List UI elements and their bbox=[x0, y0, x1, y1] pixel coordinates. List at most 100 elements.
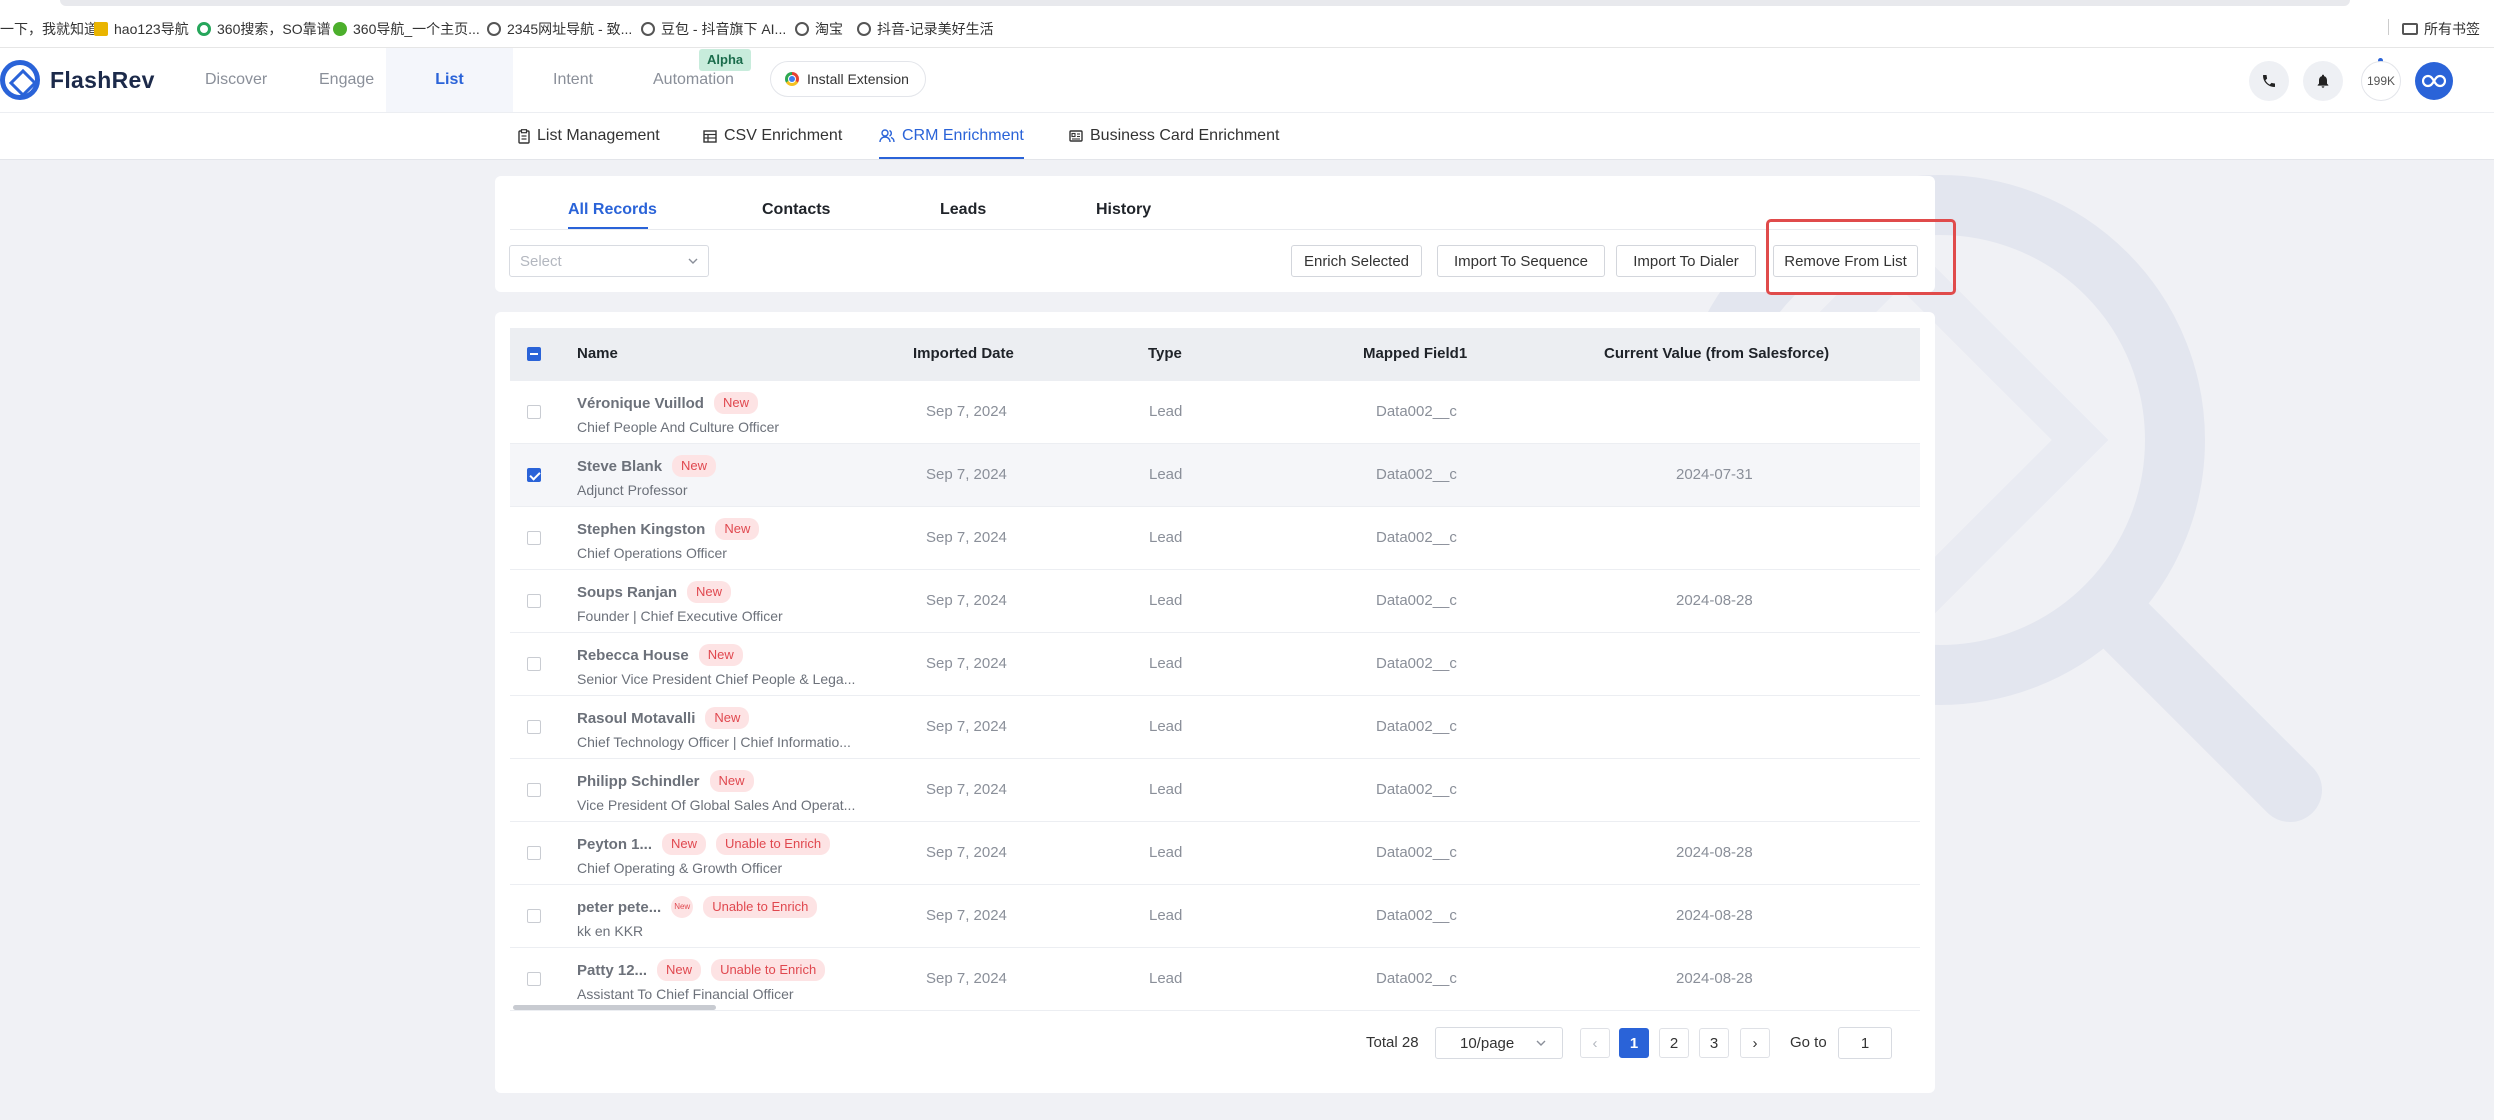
phone-icon bbox=[2263, 75, 2275, 87]
bookmark-item[interactable]: 豆包 - 抖音旗下 AI... bbox=[641, 19, 786, 39]
record-name[interactable]: Steve Blank bbox=[577, 458, 662, 475]
subtab-label: List Management bbox=[537, 127, 660, 144]
row-checkbox[interactable] bbox=[527, 972, 541, 986]
goto-page-input[interactable]: 1 bbox=[1838, 1027, 1892, 1059]
bookmark-item[interactable]: 一下，我就知道 bbox=[0, 19, 98, 39]
nav-list[interactable]: List bbox=[386, 48, 513, 112]
row-checkbox[interactable] bbox=[527, 657, 541, 671]
new-badge: New bbox=[715, 518, 760, 540]
column-header-type[interactable]: Type bbox=[1148, 345, 1182, 362]
next-page-button[interactable]: › bbox=[1740, 1028, 1770, 1058]
subtab-csv-enrichment[interactable]: CSV Enrichment bbox=[703, 127, 842, 145]
row-checkbox[interactable] bbox=[527, 909, 541, 923]
record-filter-select[interactable]: Select bbox=[509, 245, 709, 277]
table-row[interactable]: Rasoul Motavalli New Chief Technology Offi… bbox=[510, 696, 1920, 759]
tab-leads[interactable]: Leads bbox=[940, 201, 986, 219]
subtab-crm-enrichment[interactable]: CRM Enrichment bbox=[879, 127, 1024, 159]
table-row[interactable]: Soups Ranjan New Founder | Chief Executive… bbox=[510, 570, 1920, 633]
imported-date-cell: Sep 7, 2024 bbox=[926, 907, 1007, 924]
tab-contacts[interactable]: Contacts bbox=[762, 201, 830, 219]
credits-button[interactable]: 199K bbox=[2361, 61, 2401, 101]
bookmark-item[interactable]: 淘宝 bbox=[795, 19, 843, 39]
row-checkbox[interactable] bbox=[527, 783, 541, 797]
row-checkbox[interactable] bbox=[527, 531, 541, 545]
record-title: Chief Operating & Growth Officer bbox=[577, 860, 783, 876]
subtab-list-management[interactable]: List Management bbox=[518, 127, 660, 145]
table-row[interactable]: peter pete... New Unable to Enrich kk en KK… bbox=[510, 885, 1920, 948]
table-row[interactable]: Philipp Schindler New Vice President Of Gl… bbox=[510, 759, 1920, 822]
table-row[interactable]: Véronique Vuillod New Chief People And Cul… bbox=[510, 381, 1920, 444]
record-name[interactable]: Philipp Schindler bbox=[577, 773, 700, 790]
record-title: Adjunct Professor bbox=[577, 482, 688, 498]
horizontal-scrollbar[interactable] bbox=[513, 1005, 716, 1010]
nav-engage[interactable]: Engage bbox=[319, 48, 374, 112]
import-to-dialer-button[interactable]: Import To Dialer bbox=[1616, 245, 1756, 277]
remove-from-list-button[interactable]: Remove From List bbox=[1773, 245, 1918, 277]
table-row[interactable]: Peyton 1... New Unable to Enrich Chief Oper… bbox=[510, 822, 1920, 885]
table-row[interactable]: Patty 12... New Unable to Enrich Assistant … bbox=[510, 948, 1920, 1011]
table-row[interactable]: Rebecca House New Senior Vice President Ch… bbox=[510, 633, 1920, 696]
avatar[interactable] bbox=[2415, 62, 2453, 100]
row-checkbox[interactable] bbox=[527, 405, 541, 419]
logo[interactable]: FlashRev bbox=[0, 60, 155, 100]
name-line: Patty 12... New Unable to Enrich bbox=[577, 959, 826, 981]
record-name[interactable]: Peyton 1... bbox=[577, 836, 652, 853]
name-line: Véronique Vuillod New bbox=[577, 392, 758, 414]
mapped-field-cell: Data002__c bbox=[1376, 781, 1457, 798]
infinity-icon bbox=[2422, 74, 2446, 88]
record-name[interactable]: Stephen Kingston bbox=[577, 521, 705, 538]
bookmark-item[interactable]: hao123导航 bbox=[94, 19, 189, 39]
table-row[interactable]: Steve Blank New Adjunct Professor Sep 7, 20… bbox=[510, 444, 1920, 507]
bookmark-label: 豆包 - 抖音旗下 AI... bbox=[661, 21, 787, 37]
imported-date-cell: Sep 7, 2024 bbox=[926, 718, 1007, 735]
column-header-name[interactable]: Name bbox=[577, 345, 618, 362]
record-name[interactable]: Patty 12... bbox=[577, 962, 647, 979]
page-button-3[interactable]: 3 bbox=[1699, 1028, 1729, 1058]
globe-icon bbox=[795, 22, 809, 36]
tab-history[interactable]: History bbox=[1096, 201, 1151, 219]
record-title: Chief Technology Officer | Chief Informa… bbox=[577, 734, 851, 750]
enrich-selected-button[interactable]: Enrich Selected bbox=[1291, 245, 1422, 277]
mapped-field-cell: Data002__c bbox=[1376, 655, 1457, 672]
phone-button[interactable] bbox=[2249, 61, 2289, 101]
nav-discover[interactable]: Discover bbox=[205, 48, 267, 112]
all-bookmarks-button[interactable]: 所有书签 bbox=[2388, 19, 2480, 39]
record-title: Founder | Chief Executive Officer bbox=[577, 608, 783, 624]
column-header-current-value[interactable]: Current Value (from Salesforce) bbox=[1604, 345, 1829, 362]
select-all-checkbox[interactable] bbox=[527, 347, 541, 361]
subtab-label: CSV Enrichment bbox=[724, 127, 843, 144]
tab-all-records[interactable]: All Records bbox=[568, 201, 657, 219]
notifications-button[interactable] bbox=[2303, 61, 2343, 101]
row-checkbox[interactable] bbox=[527, 846, 541, 860]
360-nav-icon bbox=[333, 22, 347, 36]
row-checkbox[interactable] bbox=[527, 720, 541, 734]
record-name[interactable]: peter pete... bbox=[577, 899, 661, 916]
page-size-select[interactable]: 10/page bbox=[1435, 1027, 1563, 1059]
bookmark-item[interactable]: 360搜索，SO靠谱 bbox=[197, 19, 331, 39]
column-header-imported-date[interactable]: Imported Date bbox=[913, 345, 1014, 362]
bookmark-item[interactable]: 360导航_一个主页... bbox=[333, 19, 480, 39]
record-name[interactable]: Soups Ranjan bbox=[577, 584, 677, 601]
row-checkbox[interactable] bbox=[527, 468, 541, 482]
prev-page-button[interactable]: ‹ bbox=[1580, 1028, 1610, 1058]
page-button-1[interactable]: 1 bbox=[1619, 1028, 1649, 1058]
flashrev-logo-icon bbox=[0, 60, 40, 100]
install-extension-button[interactable]: Install Extension bbox=[770, 61, 926, 97]
record-name[interactable]: Rebecca House bbox=[577, 647, 689, 664]
top-scrollbar[interactable] bbox=[0, 0, 2494, 6]
record-name[interactable]: Véronique Vuillod bbox=[577, 395, 704, 412]
bookmark-item[interactable]: 抖音-记录美好生活 bbox=[857, 19, 994, 39]
enrichment-subtabs: List Management CSV Enrichment CRM Enric… bbox=[0, 112, 2494, 160]
nav-intent[interactable]: Intent bbox=[553, 48, 593, 112]
app-header: FlashRev Discover Engage List Intent Aut… bbox=[0, 48, 2494, 112]
subtab-business-card-enrichment[interactable]: Business Card Enrichment bbox=[1069, 127, 1279, 145]
table-row[interactable]: Stephen Kingston New Chief Operations Offi… bbox=[510, 507, 1920, 570]
type-cell: Lead bbox=[1149, 655, 1183, 672]
bookmarks-bar: 一下，我就知道 hao123导航 360搜索，SO靠谱 360导航_一个主页..… bbox=[0, 0, 2494, 48]
bookmark-item[interactable]: 2345网址导航 - 致... bbox=[487, 19, 632, 39]
record-name[interactable]: Rasoul Motavalli bbox=[577, 710, 695, 727]
column-header-mapped-field[interactable]: Mapped Field1 bbox=[1363, 345, 1467, 362]
import-to-sequence-button[interactable]: Import To Sequence bbox=[1437, 245, 1605, 277]
row-checkbox[interactable] bbox=[527, 594, 541, 608]
page-button-2[interactable]: 2 bbox=[1659, 1028, 1689, 1058]
